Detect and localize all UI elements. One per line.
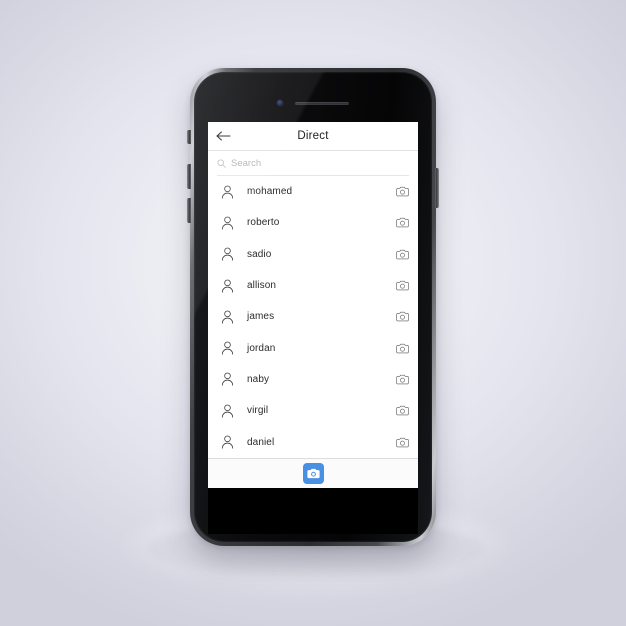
volume-down-button[interactable] (187, 198, 191, 223)
volume-up-button[interactable] (187, 164, 191, 189)
contact-row[interactable]: allison (208, 270, 418, 301)
scene: Direct mohamed (0, 0, 626, 626)
contact-row[interactable]: james (208, 301, 418, 332)
contact-row[interactable]: virgil (208, 395, 418, 426)
camera-icon[interactable] (395, 374, 409, 385)
contact-row[interactable]: mohamed (208, 176, 418, 207)
bottom-tab-bar (208, 458, 418, 488)
person-icon (220, 247, 234, 261)
page-title: Direct (297, 130, 329, 142)
person-icon (220, 372, 234, 387)
sensor-row (194, 99, 432, 107)
contact-row[interactable]: roberto (208, 207, 418, 238)
front-camera-icon (277, 100, 283, 106)
camera-icon[interactable] (395, 217, 409, 228)
camera-icon (306, 468, 320, 479)
contact-row[interactable]: daniel (208, 426, 418, 457)
contact-name: roberto (247, 217, 280, 229)
contact-name: naby (247, 373, 270, 385)
person-icon (220, 185, 234, 199)
power-button[interactable] (435, 168, 439, 208)
camera-icon[interactable] (395, 343, 409, 354)
person-icon (220, 341, 234, 355)
camera-icon[interactable] (395, 186, 409, 197)
contact-name: allison (247, 280, 277, 292)
person-icon (220, 310, 234, 324)
contact-name: virgil (247, 405, 269, 417)
contact-name: jordan (247, 342, 276, 354)
earpiece-speaker-icon (295, 101, 349, 105)
contact-name: sadio (247, 248, 272, 260)
camera-icon[interactable] (395, 280, 409, 291)
search-bar[interactable] (208, 151, 418, 175)
contact-list: mohamed roberto sadio allison james jord… (208, 176, 418, 458)
search-input[interactable] (231, 157, 409, 169)
camera-icon[interactable] (395, 249, 409, 260)
camera-compose-button[interactable] (302, 463, 324, 484)
contact-name: daniel (247, 436, 275, 448)
arrow-left-icon (216, 131, 231, 141)
phone-screen: Direct mohamed (208, 122, 418, 488)
contact-row[interactable]: jordan (208, 332, 418, 363)
person-icon (220, 216, 234, 230)
person-icon (220, 435, 234, 449)
person-icon (220, 279, 234, 293)
navigation-bar: Direct (208, 122, 418, 151)
camera-icon[interactable] (395, 311, 409, 322)
phone-bezel: Direct mohamed (194, 72, 432, 542)
search-icon (217, 158, 226, 168)
silent-switch[interactable] (187, 130, 191, 144)
phone-device: Direct mohamed (187, 68, 439, 546)
contact-name: james (247, 311, 275, 323)
contact-row[interactable]: naby (208, 364, 418, 395)
contact-name: mohamed (247, 186, 293, 198)
camera-icon[interactable] (395, 437, 409, 448)
back-button[interactable] (216, 122, 238, 150)
person-icon (220, 404, 234, 418)
camera-icon[interactable] (395, 405, 409, 416)
contact-row[interactable]: sadio (208, 239, 418, 270)
bottom-bezel (208, 488, 418, 534)
